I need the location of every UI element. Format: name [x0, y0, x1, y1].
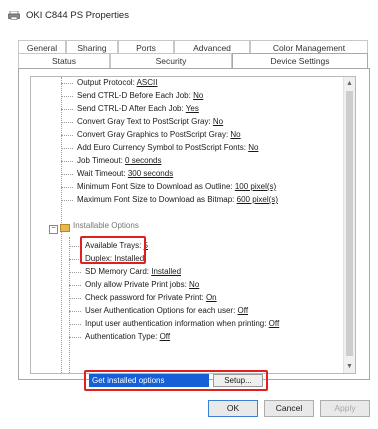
tree-item[interactable]: Add Euro Currency Symbol to PostScript F…	[77, 142, 258, 154]
cancel-button[interactable]: Cancel	[264, 400, 314, 417]
tree-item[interactable]: SD Memory Card: Installed	[85, 266, 181, 278]
tree-item[interactable]: Only allow Private Print jobs: No	[85, 279, 199, 291]
tree-item[interactable]: Check password for Private Print: On	[85, 292, 217, 304]
vertical-scrollbar[interactable]: ▲ ▼	[343, 77, 355, 373]
tree-guide-line	[61, 77, 62, 227]
tree-item[interactable]: Wait Timeout: 300 seconds	[77, 168, 173, 180]
tree-item[interactable]: Maximum Font Size to Download as Bitmap:…	[77, 194, 278, 206]
tab-status[interactable]: Status	[18, 53, 110, 68]
scroll-thumb[interactable]	[346, 91, 353, 356]
installable-options-node[interactable]: Installable Options	[73, 220, 139, 232]
tree-item[interactable]: Output Protocol: ASCII	[77, 77, 158, 89]
tab-device-settings[interactable]: Device Settings	[232, 53, 368, 69]
ok-button[interactable]: OK	[208, 400, 258, 417]
tree-item[interactable]: Send CTRL-D Before Each Job: No	[77, 90, 203, 102]
highlight-box-get-options	[84, 370, 268, 391]
tree-guide-line	[69, 237, 70, 373]
tree-item[interactable]: Convert Gray Text to PostScript Gray: No	[77, 116, 223, 128]
window-title: OKI C844 PS Properties	[26, 9, 129, 21]
title-bar: OKI C844 PS Properties	[0, 0, 378, 30]
scroll-down-icon[interactable]: ▼	[344, 361, 355, 372]
highlight-box-trays-duplex	[80, 236, 146, 264]
tab-row-2: Status Security Device Settings	[18, 53, 368, 69]
tree-item[interactable]: Minimum Font Size to Download as Outline…	[77, 181, 276, 193]
tree-item[interactable]: Convert Gray Graphics to PostScript Gray…	[77, 129, 241, 141]
apply-button[interactable]: Apply	[320, 400, 370, 417]
tree-item[interactable]: Authentication Type: Off	[85, 331, 170, 343]
tree-item[interactable]: Send CTRL-D After Each Job: Yes	[77, 103, 199, 115]
tab-security[interactable]: Security	[110, 53, 232, 68]
tree-item[interactable]: Input user authentication information wh…	[85, 318, 279, 330]
printer-icon	[8, 10, 20, 20]
tree-item[interactable]: Job Timeout: 0 seconds	[77, 155, 162, 167]
collapse-toggle-icon[interactable]: −	[49, 225, 58, 234]
folder-icon	[60, 224, 70, 232]
settings-tree: Output Protocol: ASCII Send CTRL-D Befor…	[30, 76, 356, 374]
scroll-up-icon[interactable]: ▲	[344, 78, 355, 89]
tree-item[interactable]: User Authentication Options for each use…	[85, 305, 248, 317]
tree-guide-line	[61, 231, 62, 373]
